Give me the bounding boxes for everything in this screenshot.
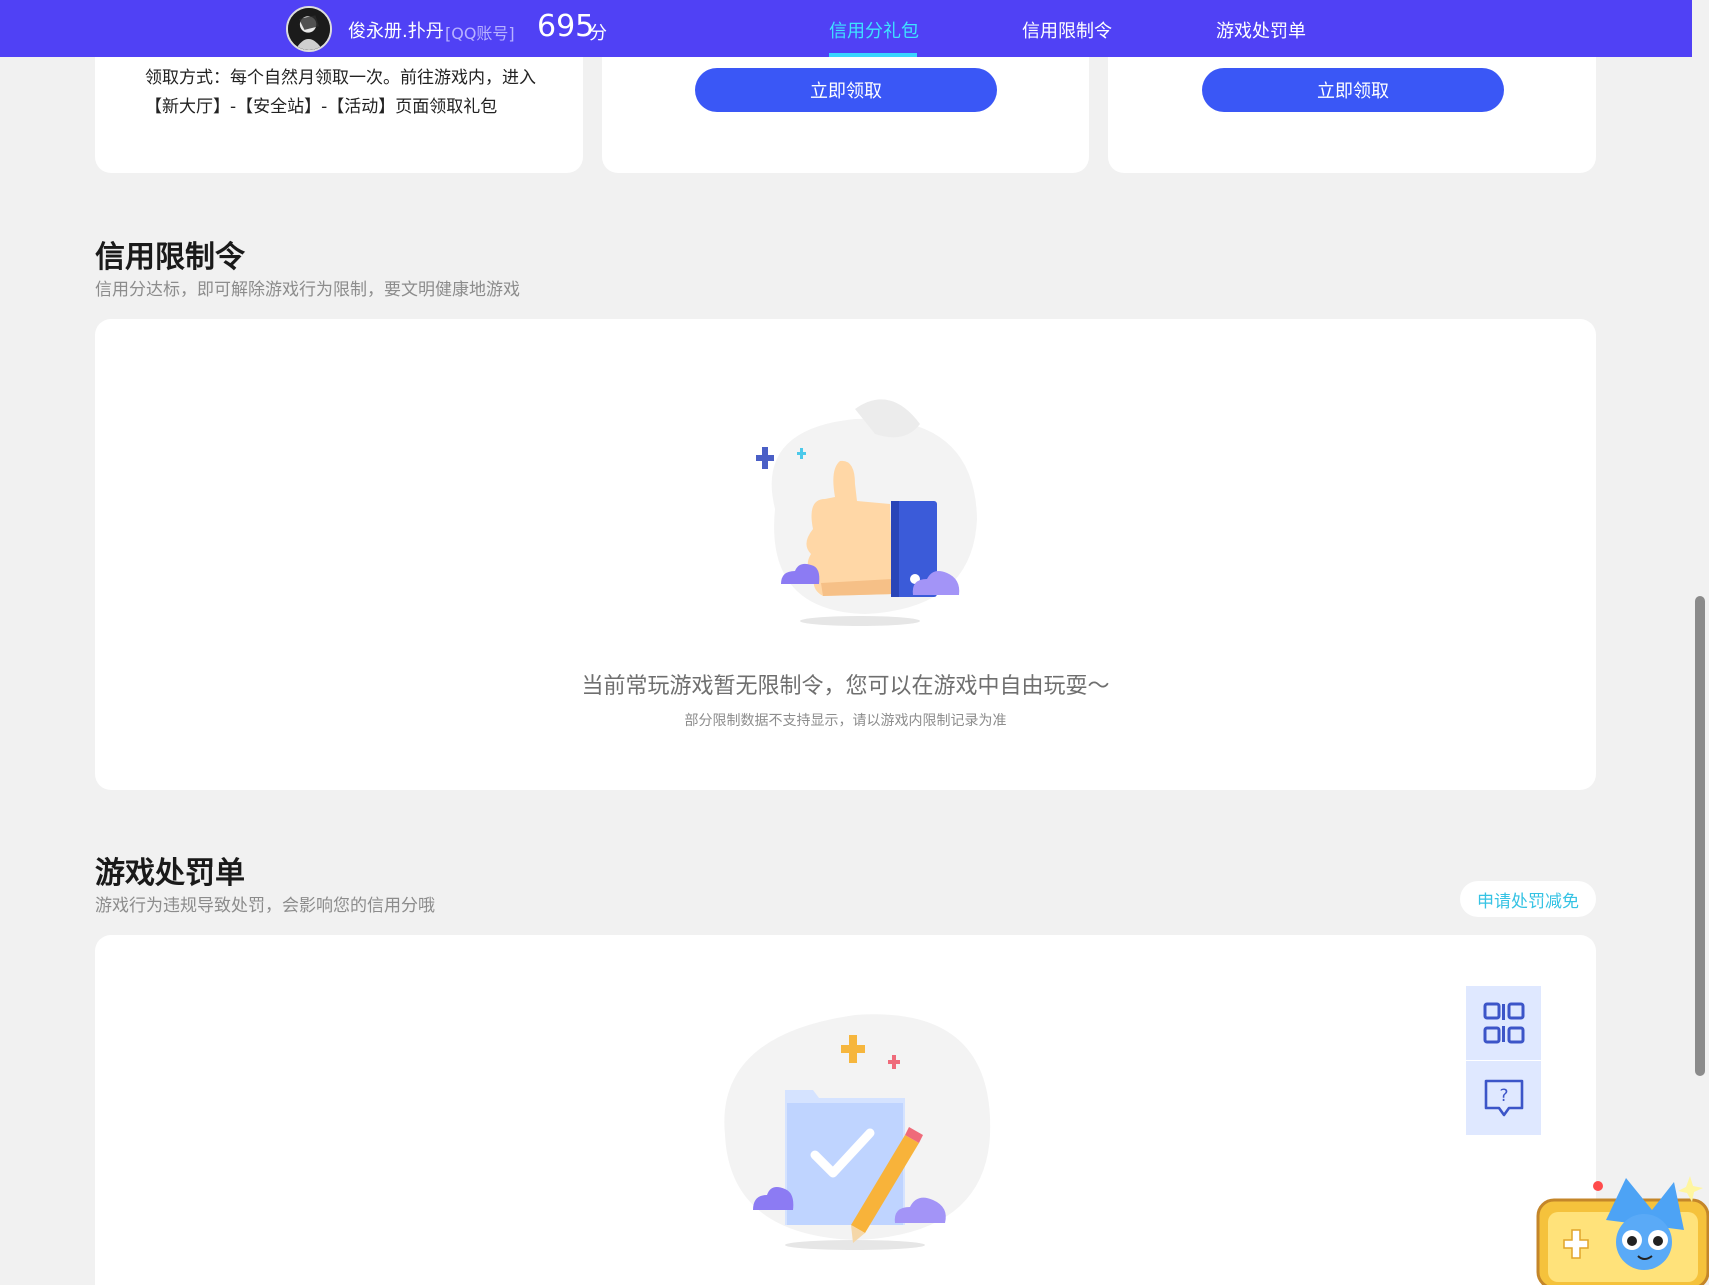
tab-game-penalty[interactable]: 游戏处罚单 <box>1216 17 1306 43</box>
active-tab-indicator <box>829 53 917 57</box>
help-feedback-button[interactable]: ? <box>1466 1061 1541 1135</box>
checklist-illustration <box>724 1014 991 1250</box>
apply-penalty-reduction-button[interactable]: 申请处罚减免 <box>1460 881 1596 917</box>
avatar-image <box>288 8 330 50</box>
credit-score-unit: 分 <box>589 23 607 44</box>
top-nav-bar: 俊永册.扑丹 [QQ账号] 695 分 信用分礼包 信用限制令 游戏处罚单 <box>0 0 1692 57</box>
thumbs-up-illustration <box>756 399 977 626</box>
page-scrollbar-thumb[interactable] <box>1695 596 1705 1076</box>
qrcode-button[interactable] <box>1466 986 1541 1060</box>
penalty-section-subtitle: 游戏行为违规导致处罚，会影响您的信用分哦 <box>95 896 435 916</box>
user-avatar[interactable] <box>286 6 332 52</box>
account-type-label: [QQ账号] <box>445 24 515 43</box>
claim-method-text: 领取方式：每个自然月领取一次。前往游戏内，进入【新大厅】-【安全站】-【活动】页… <box>145 68 536 117</box>
claim-now-button-2[interactable]: 立即领取 <box>1202 68 1504 112</box>
restriction-empty-message: 当前常玩游戏暂无限制令，您可以在游戏中自由玩耍～ <box>581 674 1110 699</box>
qrcode-icon <box>1483 1002 1524 1044</box>
mascot-sticker-icon <box>1536 1176 1709 1285</box>
credit-score: 695 <box>537 9 595 44</box>
help-chat-icon: ? <box>1484 1079 1523 1117</box>
restriction-section-title: 信用限制令 <box>95 240 245 275</box>
tab-credit-gift[interactable]: 信用分礼包 <box>829 17 919 43</box>
tab-credit-restriction[interactable]: 信用限制令 <box>1022 17 1112 43</box>
claim-now-button-1[interactable]: 立即领取 <box>695 68 997 112</box>
svg-text:?: ? <box>1499 1086 1508 1106</box>
penalty-empty-card <box>95 935 1596 1285</box>
restriction-empty-card: 当前常玩游戏暂无限制令，您可以在游戏中自由玩耍～ 部分限制数据不支持显示，请以游… <box>95 319 1596 790</box>
restriction-empty-note: 部分限制数据不支持显示，请以游戏内限制记录为准 <box>684 713 1007 729</box>
penalty-section-title: 游戏处罚单 <box>95 856 245 891</box>
restriction-section-subtitle: 信用分达标，即可解除游戏行为限制，要文明健康地游戏 <box>95 280 520 300</box>
username: 俊永册.扑丹 <box>348 21 444 42</box>
floating-tool-panel: ? <box>1466 986 1541 1135</box>
